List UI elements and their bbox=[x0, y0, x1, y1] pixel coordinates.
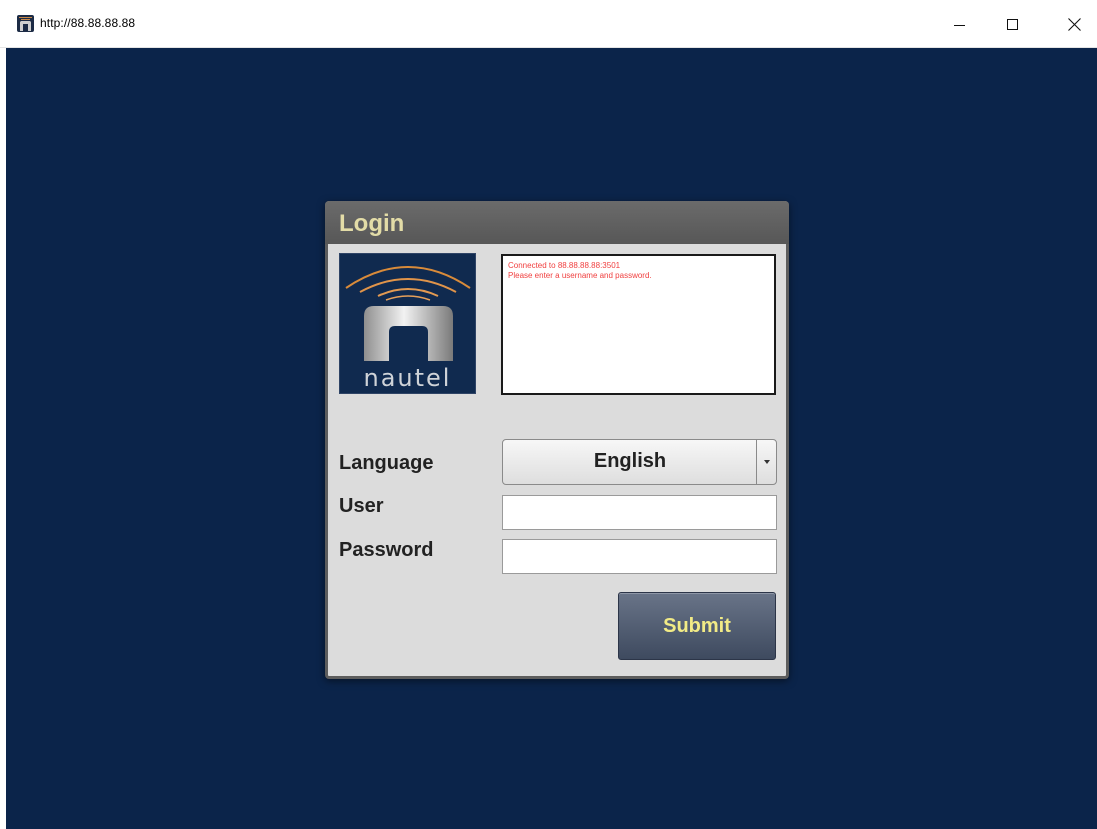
window-titlebar: http://88.88.88.88 bbox=[0, 0, 1097, 48]
user-label: User bbox=[339, 495, 384, 517]
logo-text: nautel bbox=[363, 364, 452, 392]
login-dialog: Login nautel Connected to 88.88.88.88:35… bbox=[325, 201, 789, 679]
app-icon bbox=[17, 15, 34, 32]
status-messages: Connected to 88.88.88.88:3501 Please ent… bbox=[501, 254, 776, 395]
dialog-header: Login bbox=[325, 201, 789, 244]
password-label: Password bbox=[339, 539, 434, 561]
submit-button[interactable]: Submit bbox=[618, 592, 776, 660]
message-connected: Connected to 88.88.88.88:3501 bbox=[508, 261, 621, 270]
password-input[interactable] bbox=[502, 539, 777, 574]
maximize-button[interactable] bbox=[989, 0, 1035, 48]
close-button[interactable] bbox=[1051, 0, 1097, 48]
user-input[interactable] bbox=[502, 495, 777, 530]
minimize-button[interactable] bbox=[936, 0, 982, 48]
dialog-title: Login bbox=[339, 210, 405, 237]
chevron-down-icon bbox=[763, 460, 770, 464]
minimize-icon bbox=[953, 24, 965, 26]
close-icon bbox=[1067, 17, 1081, 31]
page-background: Login nautel Connected to 88.88.88.88:35… bbox=[6, 48, 1097, 829]
language-select[interactable]: English bbox=[502, 439, 777, 485]
language-label: Language bbox=[339, 452, 434, 474]
dropdown-arrow-button[interactable] bbox=[756, 440, 776, 484]
message-instructions: Please enter a username and password. bbox=[508, 271, 652, 280]
nautel-logo: nautel bbox=[339, 253, 476, 394]
language-selected-value: English bbox=[593, 450, 667, 472]
maximize-icon bbox=[1006, 18, 1018, 30]
window-title: http://88.88.88.88 bbox=[40, 16, 136, 30]
